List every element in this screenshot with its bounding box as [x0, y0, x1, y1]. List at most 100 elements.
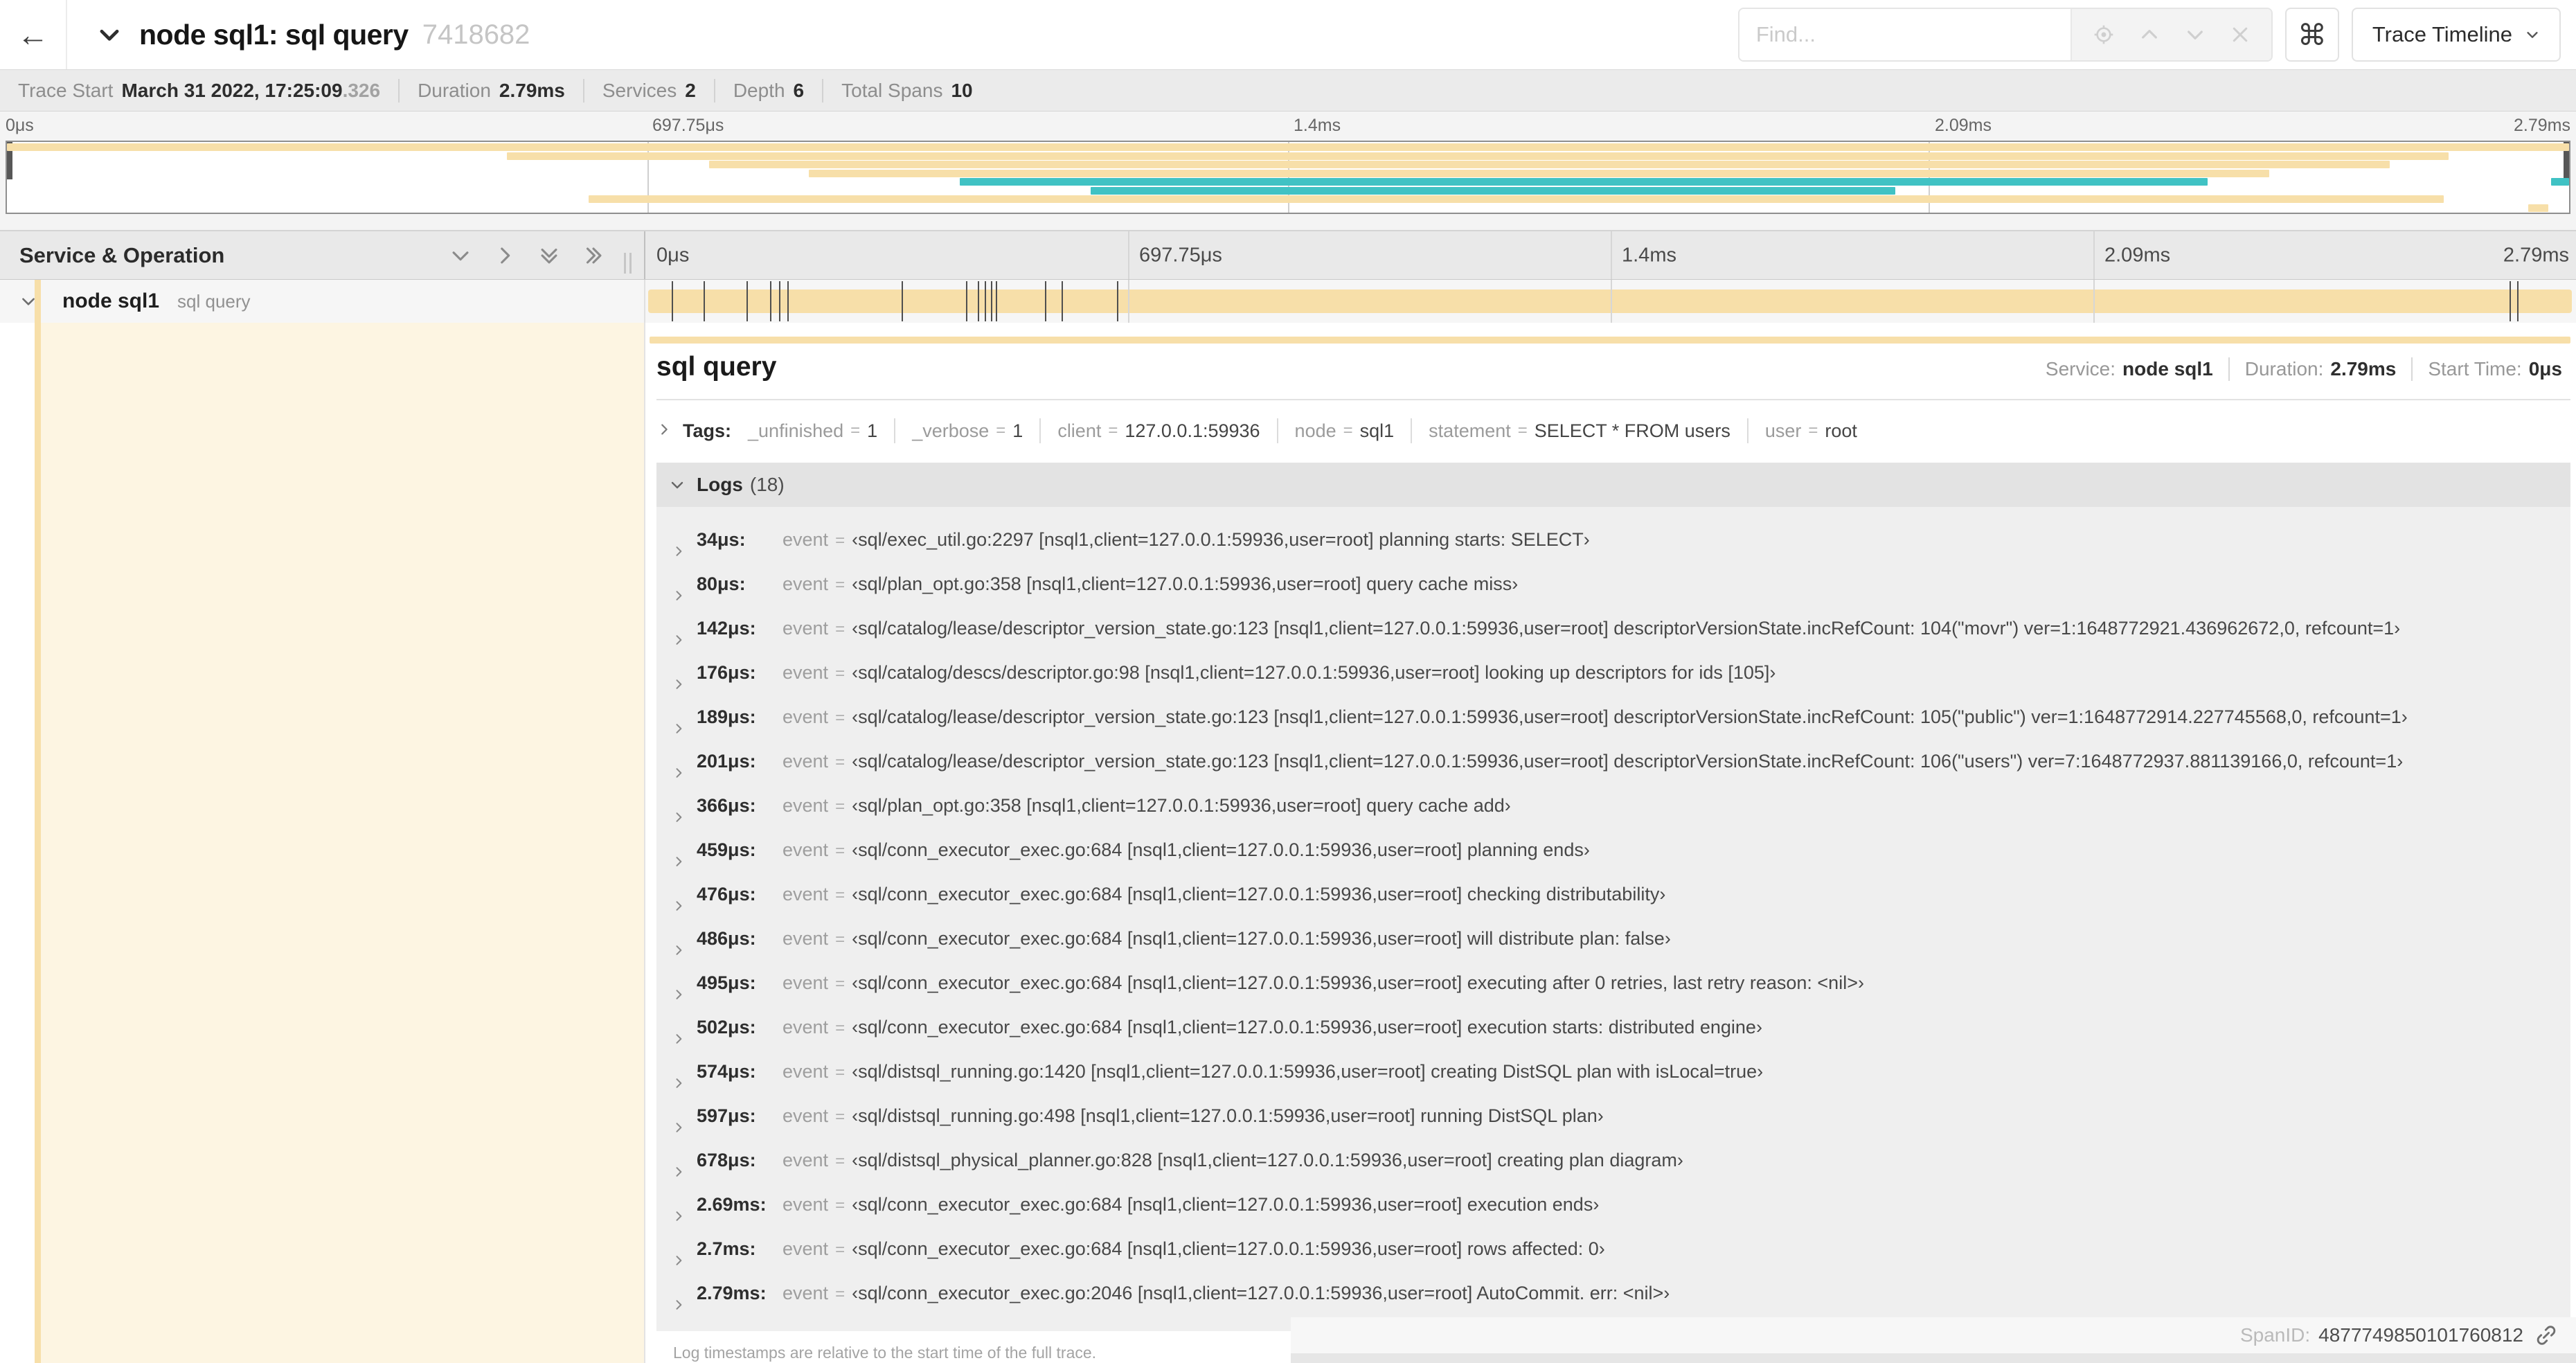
find-input[interactable]	[1739, 9, 2070, 60]
collapse-all-icon[interactable]	[537, 244, 561, 267]
grid-header-controls	[449, 231, 605, 279]
service-operation-header: Service & Operation	[0, 231, 645, 279]
span-id-row: SpanID: 4877749850101760812	[1291, 1317, 2576, 1353]
log-row[interactable]: 142μs: event = ‹sql/catalog/lease/descripto…	[656, 618, 2570, 662]
log-expand-chevron-icon[interactable]	[672, 722, 686, 736]
log-row[interactable]: 476μs: event = ‹sql/conn_executor_exec.go:6…	[656, 884, 2570, 928]
log-marker-tick	[746, 281, 748, 321]
column-resize-handle[interactable]	[624, 253, 632, 274]
log-field-key: event	[782, 1238, 829, 1259]
equals-sign: =	[835, 886, 846, 905]
clear-find-icon[interactable]	[2230, 24, 2251, 45]
tags-expand-chevron-icon[interactable]	[656, 420, 672, 442]
log-expand-chevron-icon[interactable]	[672, 1076, 686, 1090]
log-row[interactable]: 574μs: event = ‹sql/distsql_running.go:1420…	[656, 1061, 2570, 1105]
find-prev-icon[interactable]	[2138, 24, 2161, 46]
logs-count: (18)	[749, 474, 785, 495]
link-icon[interactable]	[2534, 1324, 2558, 1347]
log-expand-chevron-icon[interactable]	[672, 677, 686, 691]
log-expand-chevron-icon[interactable]	[672, 544, 686, 558]
locate-icon[interactable]	[2093, 24, 2115, 46]
equals-sign: =	[835, 797, 846, 816]
log-row[interactable]: 597μs: event = ‹sql/distsql_running.go:498 …	[656, 1105, 2570, 1150]
tag-item: client = 127.0.0.1:59936	[1057, 420, 1260, 442]
tag-key: user	[1764, 420, 1802, 441]
tags-row[interactable]: Tags: _unfinished = 1 _verbose = 1 client = 127.…	[656, 418, 2570, 443]
view-select-button[interactable]: Trace Timeline	[2351, 8, 2561, 62]
log-expand-chevron-icon[interactable]	[672, 1298, 686, 1312]
log-expand-chevron-icon[interactable]	[672, 1032, 686, 1046]
log-expand-chevron-icon[interactable]	[672, 1209, 686, 1223]
log-marker-tick	[2509, 281, 2511, 321]
log-expand-chevron-icon[interactable]	[672, 855, 686, 868]
log-message: ‹sql/conn_executor_exec.go:684 [nsql1,cl…	[852, 1238, 1605, 1259]
log-timestamp: 2.69ms:	[697, 1194, 767, 1215]
log-timestamp: 2.7ms:	[697, 1238, 756, 1259]
divider	[656, 399, 2570, 400]
log-row[interactable]: 201μs: event = ‹sql/catalog/lease/descripto…	[656, 751, 2570, 795]
log-expand-chevron-icon[interactable]	[672, 1254, 686, 1267]
collapse-trace-chevron-icon[interactable]	[96, 21, 123, 48]
separator	[1746, 418, 1748, 443]
equals-sign: =	[835, 576, 846, 594]
trace-stat-label: Duration	[418, 79, 491, 101]
log-row[interactable]: 2.7ms: event = ‹sql/conn_executor_exec.go:6…	[656, 1238, 2570, 1283]
log-timestamp: 34μs:	[697, 529, 746, 550]
span-row-name-cell[interactable]: node sql1 sql query	[0, 280, 645, 323]
span-row-bar-cell[interactable]	[645, 280, 2576, 323]
log-field-key: event	[782, 1283, 829, 1303]
equals-sign: =	[1808, 421, 1818, 440]
log-expand-chevron-icon[interactable]	[672, 766, 686, 780]
collapse-one-icon[interactable]	[449, 244, 472, 267]
log-row[interactable]: 495μs: event = ‹sql/conn_executor_exec.go:6…	[656, 972, 2570, 1017]
trace-id: 7418682	[422, 19, 530, 50]
timeline-minimap: 0μs 697.75μs 1.4ms 2.09ms 2.79ms	[0, 112, 2576, 230]
back-button[interactable]: ←	[0, 0, 67, 69]
log-row[interactable]: 189μs: event = ‹sql/catalog/lease/descripto…	[656, 706, 2570, 751]
trace-stat-fraction: .326	[342, 79, 381, 101]
trace-summary-bar: Trace Start March 31 2022, 17:25:09.326 Du…	[0, 69, 2576, 112]
log-row[interactable]: 80μs: event = ‹sql/plan_opt.go:358 [nsql1,c…	[656, 573, 2570, 618]
minimap-tick-label: 2.79ms	[2514, 116, 2570, 135]
log-marker-tick	[1061, 281, 1063, 321]
log-row[interactable]: 459μs: event = ‹sql/conn_executor_exec.go:6…	[656, 839, 2570, 884]
logs-header[interactable]: Logs (18)	[656, 463, 2570, 507]
find-next-icon[interactable]	[2184, 24, 2206, 46]
log-row[interactable]: 176μs: event = ‹sql/catalog/descs/descripto…	[656, 662, 2570, 706]
log-row[interactable]: 678μs: event = ‹sql/distsql_physical_planne…	[656, 1150, 2570, 1194]
log-row[interactable]: 34μs: event = ‹sql/exec_util.go:2297 [nsql1…	[656, 529, 2570, 573]
log-timestamp: 502μs:	[697, 1017, 756, 1037]
log-expand-chevron-icon[interactable]	[672, 943, 686, 957]
top-bar: ← node sql1: sql query 7418682 ⌘	[0, 0, 2576, 69]
expand-one-icon[interactable]	[493, 244, 517, 267]
axis-tick-label: 2.09ms	[2104, 244, 2171, 266]
minimap-canvas[interactable]	[6, 141, 2570, 214]
log-expand-chevron-icon[interactable]	[672, 589, 686, 603]
log-row[interactable]: 486μs: event = ‹sql/conn_executor_exec.go:6…	[656, 928, 2570, 972]
timeline-grid-header: Service & Operation 0μs 697.75μs 1.4ms 2.09…	[0, 230, 2576, 280]
log-row[interactable]: 502μs: event = ‹sql/conn_executor_exec.go:6…	[656, 1017, 2570, 1061]
equals-sign: =	[996, 421, 1006, 440]
log-expand-chevron-icon[interactable]	[672, 633, 686, 647]
log-expand-chevron-icon[interactable]	[672, 899, 686, 913]
log-field-key: event	[782, 1150, 829, 1170]
log-expand-chevron-icon[interactable]	[672, 1165, 686, 1179]
log-expand-chevron-icon[interactable]	[672, 988, 686, 1001]
span-meta-value: 0μs	[2528, 358, 2562, 380]
equals-sign: =	[835, 841, 846, 860]
equals-sign: =	[850, 421, 861, 440]
keyboard-shortcuts-button[interactable]: ⌘	[2284, 8, 2339, 62]
log-row[interactable]: 366μs: event = ‹sql/plan_opt.go:358 [nsql1,…	[656, 795, 2570, 839]
minimap-span-bar	[2528, 204, 2549, 212]
log-expand-chevron-icon[interactable]	[672, 1121, 686, 1134]
log-row[interactable]: 2.69ms: event = ‹sql/conn_executor_exec.go:…	[656, 1194, 2570, 1238]
logs-collapse-chevron-icon[interactable]	[669, 476, 686, 493]
log-field-key: event	[782, 1194, 829, 1215]
log-timestamp: 574μs:	[697, 1061, 756, 1082]
span-duration-bar[interactable]	[648, 289, 2572, 313]
log-message: ‹sql/conn_executor_exec.go:684 [nsql1,cl…	[852, 1194, 1600, 1215]
expand-all-icon[interactable]	[582, 244, 605, 267]
log-field-key: event	[782, 928, 829, 949]
log-expand-chevron-icon[interactable]	[672, 810, 686, 824]
separator	[822, 78, 824, 103]
